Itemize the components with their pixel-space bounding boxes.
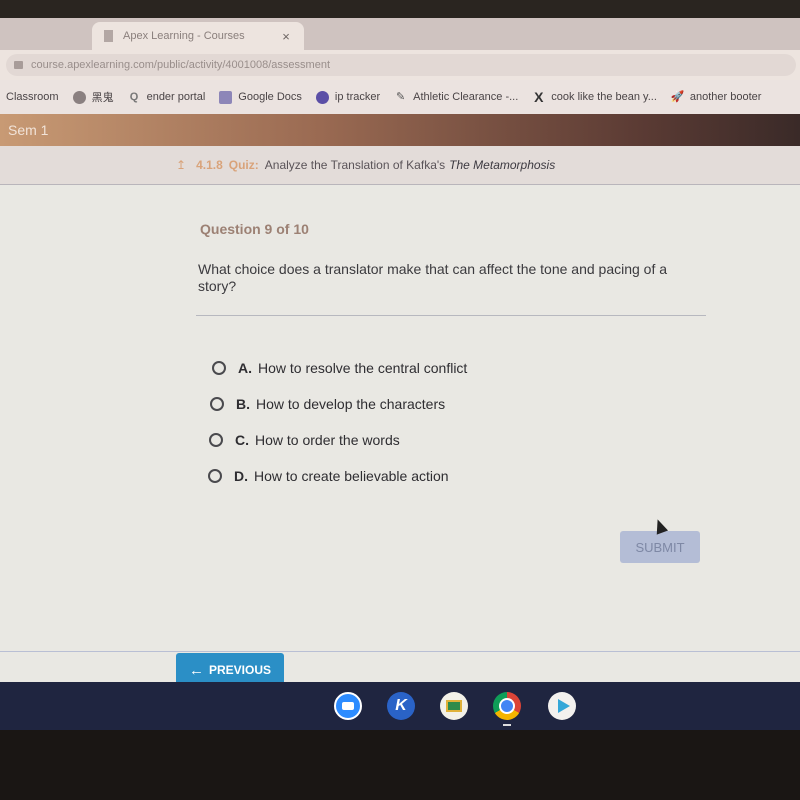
radio-button[interactable]: [209, 433, 223, 447]
classroom-app-icon[interactable]: [440, 692, 468, 720]
bookmark-label: ip tracker: [334, 91, 381, 103]
option-text: How to develop the characters: [256, 396, 446, 412]
option-text: How to resolve the central conflict: [258, 360, 468, 376]
chrome-center-icon: [499, 698, 515, 714]
address-bar: course.apexlearning.com/public/activity/…: [0, 50, 800, 80]
activity-title: Analyze the Translation of Kafka's: [264, 158, 446, 172]
quiz-content: Question 9 of 10 What choice does a tran…: [0, 185, 800, 718]
previous-label: PREVIOUS: [208, 663, 271, 677]
docs-icon: [219, 90, 233, 104]
bookmark-label: 黑鬼: [91, 92, 114, 104]
option-letter: C.: [235, 432, 249, 448]
bookmarks-bar: Classroom 黑鬼 Q ender portal Google Docs …: [0, 80, 800, 114]
footer-divider: [0, 651, 800, 652]
answer-options: A. How to resolve the central conflict B…: [208, 350, 467, 494]
close-tab-icon[interactable]: ×: [276, 29, 296, 44]
zoom-app-icon[interactable]: [334, 692, 362, 720]
option-b[interactable]: B. How to develop the characters: [210, 386, 467, 422]
tab-title: Apex Learning - Courses: [123, 30, 245, 42]
chrome-app-icon[interactable]: [493, 692, 521, 720]
bookmark-2[interactable]: 黑鬼: [72, 89, 114, 105]
bookmark-ender-portal[interactable]: Q ender portal: [128, 91, 206, 104]
activity-title-italic: The Metamorphosis: [449, 158, 556, 172]
option-a[interactable]: A. How to resolve the central conflict: [212, 350, 467, 386]
bookmark-athletic-clearance[interactable]: ✎ Athletic Clearance -...: [394, 91, 518, 104]
bookmark-cook[interactable]: X cook like the bean y...: [532, 88, 657, 105]
camera-icon: [342, 702, 354, 710]
active-indicator: [503, 724, 511, 726]
option-letter: B.: [236, 396, 250, 412]
url-input[interactable]: course.apexlearning.com/public/activity/…: [6, 54, 796, 76]
option-letter: D.: [234, 468, 248, 484]
bookmark-label: Athletic Clearance -...: [413, 91, 519, 103]
up-arrow-icon[interactable]: ↥: [176, 158, 186, 172]
course-name[interactable]: Sem 1: [8, 122, 48, 138]
bookmark-google-docs[interactable]: Google Docs: [219, 90, 302, 104]
play-store-app-icon[interactable]: [548, 692, 576, 720]
globe-icon: [72, 90, 86, 104]
x-icon: X: [534, 88, 544, 105]
bookmark-ip-tracker[interactable]: ip tracker: [315, 90, 381, 104]
option-c[interactable]: C. How to order the words: [209, 422, 467, 458]
radio-button[interactable]: [208, 469, 222, 483]
q-icon: Q: [129, 90, 139, 103]
divider: [196, 315, 706, 316]
option-text: How to create believable action: [254, 468, 449, 484]
screen: Apex Learning - Courses × course.apexlea…: [0, 18, 800, 718]
option-text: How to order the words: [255, 432, 400, 448]
option-letter: A.: [238, 360, 252, 376]
bookmark-label: Google Docs: [238, 91, 302, 103]
apex-favicon-icon: [104, 30, 113, 42]
bookmark-label: ender portal: [146, 91, 206, 103]
arrow-left-icon: ←: [188, 661, 204, 679]
site-info-icon[interactable]: [14, 61, 23, 69]
bookmark-label: Classroom: [6, 91, 59, 103]
tab-strip: Apex Learning - Courses ×: [0, 18, 800, 50]
bookmark-label: another booter: [689, 91, 762, 103]
activity-number: 4.1.8: [196, 158, 223, 172]
radio-button[interactable]: [212, 361, 226, 375]
question-counter: Question 9 of 10: [200, 221, 309, 237]
pencil-icon: ✎: [396, 90, 406, 103]
play-triangle-icon: [557, 699, 570, 713]
radio-button[interactable]: [210, 397, 224, 411]
course-header: Sem 1: [0, 114, 800, 146]
kahoot-app-icon[interactable]: K: [387, 692, 415, 720]
rocket-icon: 🚀: [670, 90, 685, 103]
bookmark-another-booter[interactable]: 🚀 another booter: [671, 91, 762, 104]
board-icon: [446, 700, 462, 712]
breadcrumb: ↥ 4.1.8 Quiz: Analyze the Translation of…: [0, 146, 800, 185]
chromeos-shelf: K: [0, 682, 800, 730]
url-text: course.apexlearning.com/public/activity/…: [31, 59, 330, 71]
activity-type: Quiz:: [228, 158, 259, 172]
browser-tab[interactable]: Apex Learning - Courses ×: [92, 22, 304, 50]
bookmark-label: cook like the bean y...: [551, 91, 657, 103]
k-letter: K: [395, 697, 407, 714]
circle-icon: [315, 90, 329, 104]
bookmark-classroom[interactable]: Classroom: [6, 91, 59, 103]
laptop-bezel: [0, 730, 800, 800]
submit-button[interactable]: SUBMIT: [620, 531, 700, 563]
option-d[interactable]: D. How to create believable action: [208, 458, 467, 494]
question-text: What choice does a translator make that …: [198, 261, 668, 294]
